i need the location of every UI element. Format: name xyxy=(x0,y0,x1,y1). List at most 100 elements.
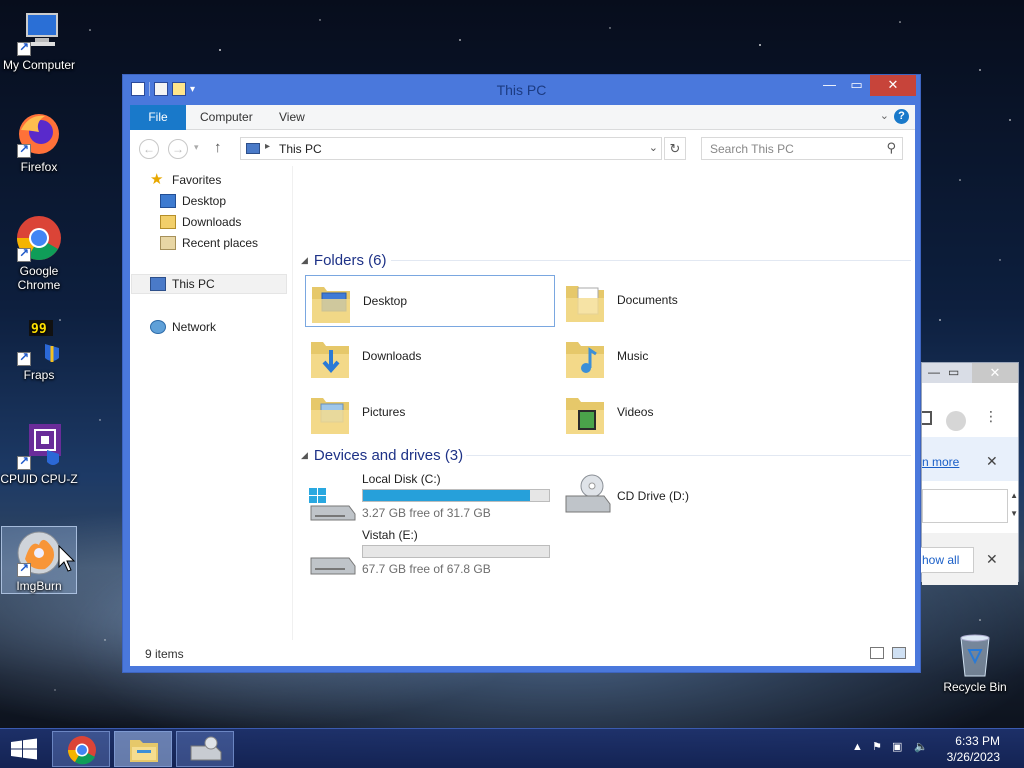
background-chrome-window[interactable]: — ▭ ✕ ⋮ n more ✕ ▲ ▼ how all ✕ xyxy=(920,362,1019,585)
group-title: Devices and drives (3) xyxy=(313,446,464,464)
folder-tile-music[interactable]: Music xyxy=(560,331,810,383)
desktop-icon-label: My Computer xyxy=(2,58,76,72)
nav-label: Downloads xyxy=(182,215,242,229)
tab-file[interactable]: File xyxy=(130,105,186,130)
profile-avatar-icon[interactable] xyxy=(946,411,966,431)
taskbar-chrome[interactable] xyxy=(52,731,110,767)
tab-view[interactable]: View xyxy=(267,105,317,130)
background-window-titlebar[interactable]: — ▭ ✕ xyxy=(922,363,1018,383)
action-center-flag-icon[interactable]: ⚑ xyxy=(872,740,882,753)
maximize-button[interactable]: ▭ xyxy=(843,75,870,96)
drive-free-space: 3.27 GB free of 31.7 GB xyxy=(362,506,491,520)
up-button[interactable]: ↑ xyxy=(214,139,222,156)
drive-usage-bar xyxy=(362,489,550,502)
collapse-icon[interactable]: ◢ xyxy=(301,450,308,461)
back-button[interactable]: ← xyxy=(139,139,159,159)
taskbar: ▲ ⚑ ▣ 🔈 6:33 PM 3/26/2023 xyxy=(0,728,1024,768)
nav-recent-places[interactable]: Recent places xyxy=(160,233,258,253)
folder-name: Pictures xyxy=(362,405,406,419)
pc-icon xyxy=(150,277,166,291)
drive-local-disk-c[interactable]: Local Disk (C:) 3.27 GB free of 31.7 GB xyxy=(305,472,555,524)
drive-vistah-e[interactable]: Vistah (E:) 67.7 GB free of 67.8 GB xyxy=(305,528,555,580)
desktop-icon-recycle-bin[interactable]: Recycle Bin xyxy=(936,630,1014,694)
music-folder-icon xyxy=(566,342,604,378)
close-downloads-icon[interactable]: ✕ xyxy=(986,551,998,568)
folder-tile-videos[interactable]: Videos xyxy=(560,387,810,439)
desktop-icon-label: Google Chrome xyxy=(17,264,61,292)
show-hidden-icons[interactable]: ▲ xyxy=(852,741,863,753)
nav-this-pc[interactable]: This PC xyxy=(131,274,287,294)
shortcut-arrow-icon xyxy=(17,40,31,56)
start-button[interactable] xyxy=(0,729,48,768)
address-bar[interactable]: ▸ This PC ⌄ xyxy=(240,137,662,160)
sidebar-toggle-icon[interactable] xyxy=(922,411,932,425)
refresh-button[interactable]: ↻ xyxy=(664,137,686,160)
expand-ribbon-icon[interactable]: ⌄ xyxy=(880,109,889,122)
shortcut-arrow-icon xyxy=(17,350,31,366)
address-dropdown-icon[interactable]: ⌄ xyxy=(649,141,658,154)
pictures-folder-icon xyxy=(311,398,349,434)
learn-more-link[interactable]: n more xyxy=(922,455,959,469)
shortcut-arrow-icon xyxy=(17,561,31,577)
ribbon: File Computer View ⌄ ? xyxy=(130,105,915,130)
minimize-icon[interactable]: — xyxy=(928,365,940,379)
large-icons-view-icon[interactable] xyxy=(892,647,906,659)
forward-button[interactable]: → xyxy=(168,139,188,159)
help-icon[interactable]: ? xyxy=(894,109,909,124)
taskbar-file-explorer[interactable] xyxy=(114,731,172,767)
tab-computer[interactable]: Computer xyxy=(188,105,265,130)
desktop-icon-firefox[interactable]: Firefox xyxy=(0,110,78,174)
close-icon[interactable]: ✕ xyxy=(972,363,1018,383)
drive-name: Vistah (E:) xyxy=(362,528,418,542)
titlebar[interactable]: ▾ This PC — ▭ ✕ xyxy=(123,75,920,105)
scroll-up-icon[interactable]: ▲ xyxy=(1010,491,1018,500)
taskbar-imgburn[interactable] xyxy=(176,731,234,767)
folder-tile-documents[interactable]: Documents xyxy=(560,275,810,327)
collapse-icon[interactable]: ◢ xyxy=(301,255,308,266)
desktop-icon-cpuz[interactable]: CPUID CPU-Z xyxy=(0,422,78,486)
desktop-icon-my-computer[interactable]: My Computer xyxy=(0,8,78,72)
network-status-icon[interactable]: ▣ xyxy=(892,740,902,753)
minimize-button[interactable]: — xyxy=(816,75,843,96)
explorer-window[interactable]: ▾ This PC — ▭ ✕ File Computer View ⌄ ? ←… xyxy=(122,74,921,673)
item-count: 9 items xyxy=(145,647,184,661)
drive-cd-d[interactable]: CD Drive (D:) xyxy=(560,472,810,524)
maximize-icon[interactable]: ▭ xyxy=(948,365,959,379)
nav-network[interactable]: Network xyxy=(150,317,216,337)
folder-tile-pictures[interactable]: Pictures xyxy=(305,387,555,439)
nav-favorites[interactable]: ★ Favorites xyxy=(150,170,221,190)
nav-downloads[interactable]: Downloads xyxy=(160,212,241,232)
breadcrumb-arrow-icon[interactable]: ▸ xyxy=(265,141,270,152)
address-location[interactable]: This PC xyxy=(279,142,322,156)
mouse-cursor-icon xyxy=(58,545,76,572)
folder-name: Documents xyxy=(617,293,678,307)
search-icon[interactable]: ⚲ xyxy=(886,140,896,156)
scroll-down-icon[interactable]: ▼ xyxy=(1010,509,1018,518)
group-folders-header[interactable]: ◢ Folders (6) xyxy=(301,250,386,270)
details-view-icon[interactable] xyxy=(870,647,884,659)
nav-desktop[interactable]: Desktop xyxy=(160,191,226,211)
show-all-button[interactable]: how all xyxy=(922,553,959,567)
desktop-icon xyxy=(160,194,176,208)
desktop-icon-label: Recycle Bin xyxy=(943,680,1007,694)
recycle-bin-icon xyxy=(951,630,999,678)
drive-usage-bar xyxy=(362,545,550,558)
svg-text:99: 99 xyxy=(31,322,47,337)
desktop-icon-fraps[interactable]: 99 Fraps xyxy=(0,318,78,382)
close-button[interactable]: ✕ xyxy=(870,75,916,96)
firefox-icon xyxy=(15,110,63,158)
folder-tile-desktop[interactable]: Desktop xyxy=(305,275,555,327)
clock[interactable]: 6:33 PM 3/26/2023 xyxy=(947,733,1000,765)
search-input[interactable]: Search This PC ⚲ xyxy=(701,137,903,160)
menu-dots-icon[interactable]: ⋮ xyxy=(984,409,998,423)
group-devices-header[interactable]: ◢ Devices and drives (3) xyxy=(301,445,463,465)
desktop-icon-chrome[interactable]: Google Chrome xyxy=(0,214,78,292)
drive-name: CD Drive (D:) xyxy=(617,489,689,503)
close-notice-icon[interactable]: ✕ xyxy=(986,453,998,470)
window-title: This PC xyxy=(496,82,547,98)
content-area: ★ Favorites Desktop Downloads Recent pla… xyxy=(130,166,915,640)
folder-tile-downloads[interactable]: Downloads xyxy=(305,331,555,383)
folder-name: Downloads xyxy=(362,349,422,363)
volume-muted-icon[interactable]: 🔈 xyxy=(914,740,928,753)
recent-locations-icon[interactable]: ▾ xyxy=(194,142,199,153)
